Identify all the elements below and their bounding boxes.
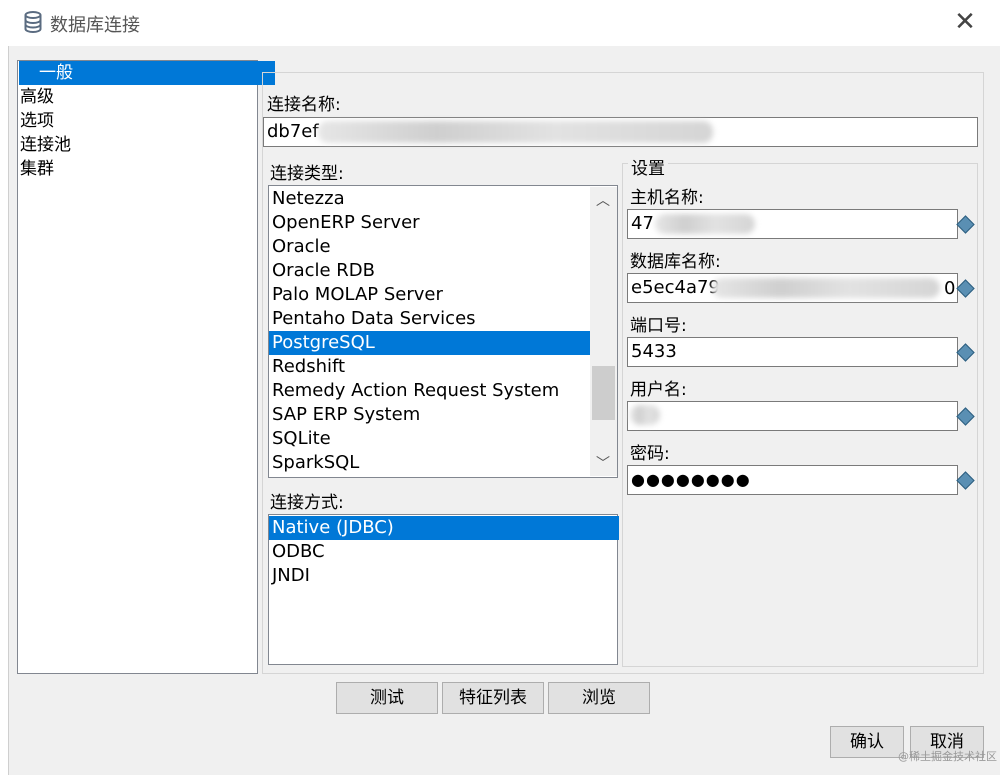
test-button[interactable]: 测试: [336, 682, 438, 714]
list-item[interactable]: Pentaho Data Services: [272, 307, 476, 331]
access-method-label: 连接方式:: [270, 493, 344, 513]
list-item[interactable]: SAP ERP System: [272, 403, 420, 427]
settings-group-label: 设置: [628, 154, 668, 179]
connection-name-value: db7ef: [267, 121, 319, 142]
database-value: e5ec4a79: [631, 277, 720, 298]
list-item[interactable]: Palo MOLAP Server: [272, 283, 443, 307]
list-item[interactable]: SparkSQL: [272, 451, 359, 475]
port-input[interactable]: 5433: [627, 337, 958, 367]
list-item[interactable]: Oracle RDB: [272, 259, 375, 283]
list-item[interactable]: Redshift: [272, 355, 345, 379]
list-item[interactable]: ODBC: [272, 540, 325, 564]
redaction-blur: [712, 278, 940, 298]
list-item[interactable]: Oracle: [272, 235, 331, 259]
watermark: @稀土掘金技术社区: [898, 750, 997, 763]
database-icon: [24, 11, 42, 33]
password-label: 密码:: [630, 444, 670, 464]
list-item[interactable]: SQLite: [272, 427, 331, 451]
redaction-blur: [655, 214, 755, 234]
nav-item-options[interactable]: 选项: [20, 109, 54, 133]
nav-item-clustering[interactable]: 集群: [20, 157, 54, 181]
redaction-blur: [318, 121, 713, 143]
host-value: 47: [631, 213, 654, 234]
list-item-selected[interactable]: PostgreSQL: [269, 331, 593, 355]
window-title: 数据库连接: [50, 15, 140, 36]
database-label: 数据库名称:: [630, 252, 721, 272]
close-icon[interactable]: ✕: [952, 9, 978, 36]
connection-type-label: 连接类型:: [270, 164, 344, 184]
connection-name-label: 连接名称:: [267, 95, 341, 115]
user-input[interactable]: [627, 401, 958, 431]
database-value-suffix: 0: [944, 278, 956, 299]
nav-item-advanced[interactable]: 高级: [20, 85, 54, 109]
nav-item-general[interactable]: 一般: [19, 61, 275, 85]
host-label: 主机名称:: [630, 188, 704, 208]
scrollbar-thumb[interactable]: [592, 366, 615, 420]
port-label: 端口号:: [630, 316, 687, 336]
title-bar: 数据库连接 ✕: [0, 0, 1000, 46]
redaction-blur: [630, 405, 660, 425]
list-item[interactable]: Remedy Action Request System: [272, 379, 559, 403]
feature-list-button[interactable]: 特征列表: [442, 682, 544, 714]
user-label: 用户名:: [630, 380, 687, 400]
list-item[interactable]: OpenERP Server: [272, 211, 420, 235]
password-input[interactable]: ●●●●●●●●: [627, 465, 958, 495]
nav-item-pooling[interactable]: 连接池: [20, 133, 71, 157]
list-item[interactable]: Netezza: [272, 187, 345, 211]
password-value: ●●●●●●●●: [631, 470, 751, 489]
explore-button[interactable]: 浏览: [548, 682, 650, 714]
list-item[interactable]: JNDI: [272, 564, 310, 588]
list-item-selected[interactable]: Native (JDBC): [269, 516, 619, 540]
chevron-down-icon[interactable]: ﹀: [596, 457, 610, 471]
chevron-up-icon[interactable]: ︿: [596, 194, 610, 208]
port-value: 5433: [631, 341, 677, 362]
ok-button[interactable]: 确认: [830, 726, 904, 758]
scrollbar[interactable]: [590, 187, 617, 476]
